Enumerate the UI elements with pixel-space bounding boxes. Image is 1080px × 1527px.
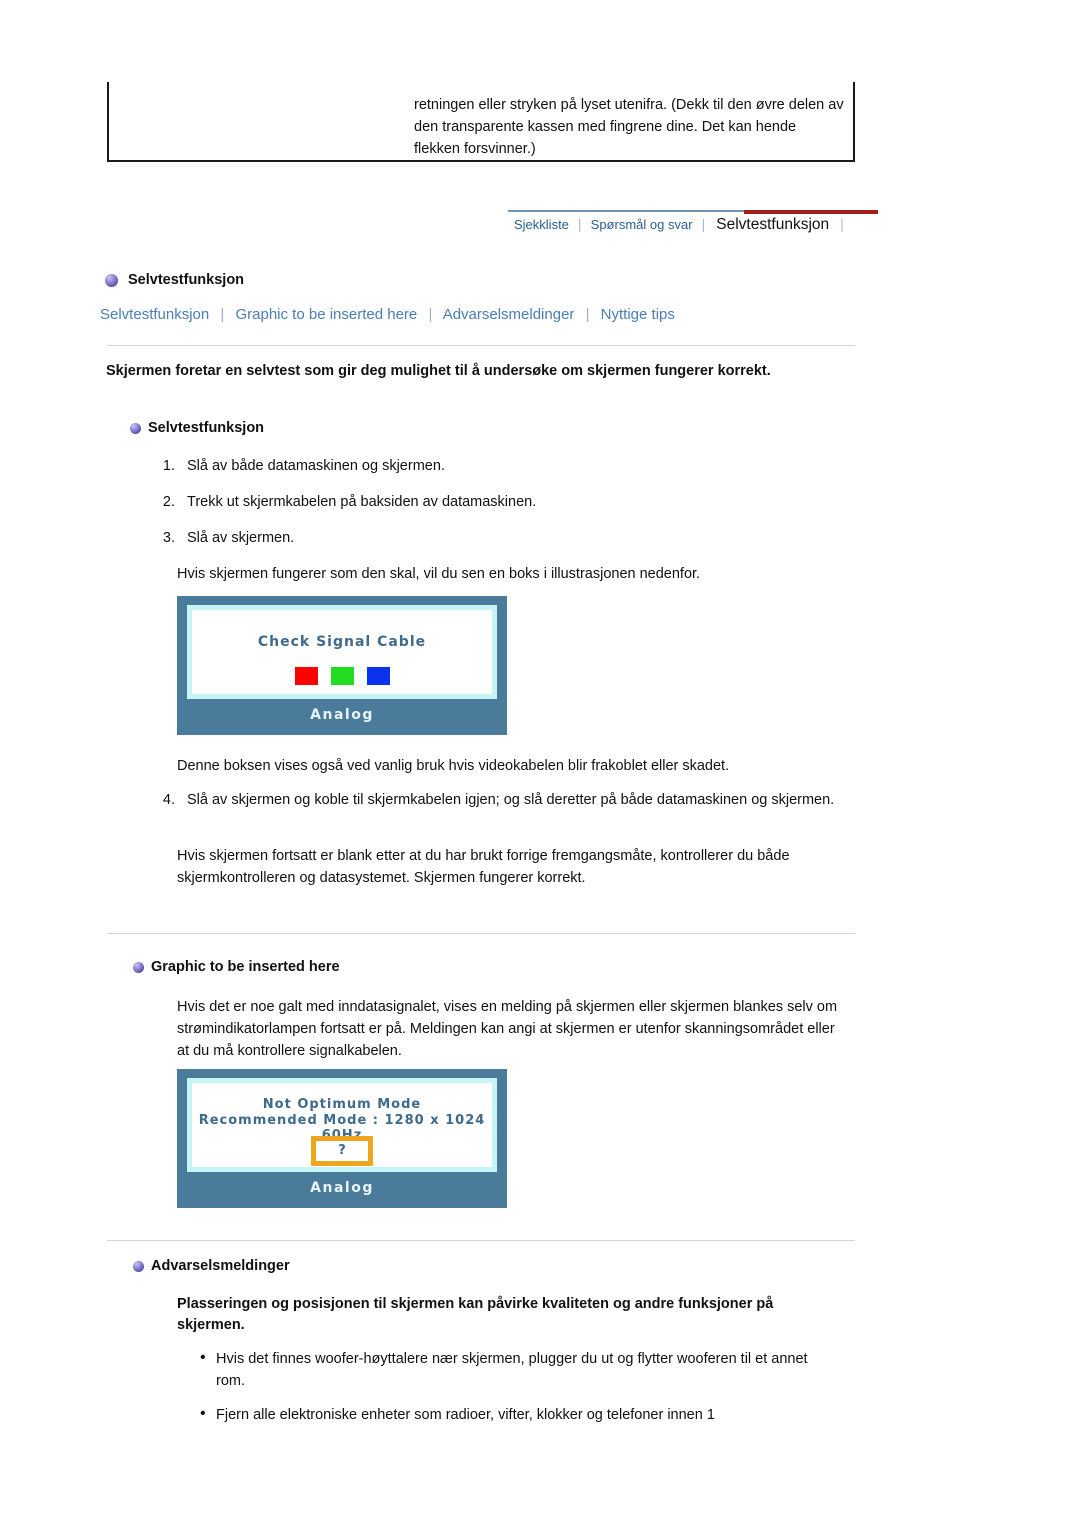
rgb-test-squares — [192, 667, 492, 685]
analog-label: Analog — [310, 1180, 374, 1196]
tab-list: Sjekkliste ⎮ Spørsmål og svar ⎮ Selvtest… — [508, 216, 847, 234]
warnings-lead: Plasseringen og posisjonen til skjermen … — [177, 1296, 774, 1333]
page-title: Selvtestfunksjon — [105, 272, 244, 288]
sublink-separator: | — [220, 306, 225, 323]
tab-separator: ⎮ — [839, 220, 845, 232]
sublink-advarselsmeldinger[interactable]: Advarselsmeldinger — [443, 306, 575, 323]
red-square-icon — [294, 667, 318, 685]
list-item-text: Slå av skjermen og koble til skjermkabel… — [187, 792, 835, 808]
divider — [107, 345, 855, 346]
divider — [107, 933, 855, 934]
tab-separator: ⎮ — [700, 220, 707, 232]
list-item: • Fjern alle elektroniske enheter som ra… — [200, 1404, 840, 1426]
tab-rule — [508, 210, 744, 212]
continued-text: retningen eller stryken på lyset utenifr… — [414, 97, 844, 157]
graphic-section-heading-label: Graphic to be inserted here — [151, 959, 340, 975]
question-mark-box: ? — [311, 1136, 373, 1166]
analog-label: Analog — [310, 707, 374, 723]
continued-text-box: retningen eller stryken på lyset utenifr… — [107, 82, 855, 162]
blue-square-icon — [366, 667, 390, 685]
list-item-number: 3. — [162, 530, 175, 546]
sphere-bullet-icon — [105, 273, 118, 287]
bullet-dot-icon: • — [200, 1349, 206, 1366]
list-item-text: Slå av skjermen. — [187, 530, 295, 546]
list-item-text: Trekk ut skjermkabelen på baksiden av da… — [187, 494, 537, 510]
list-item-number: 2. — [162, 494, 175, 510]
list-item-text: Slå av både datamaskinen og skjermen. — [187, 458, 445, 474]
selftest-heading: Selvtestfunksjon — [130, 420, 264, 436]
divider — [107, 1240, 855, 1241]
list-item-number: 1. — [162, 458, 175, 474]
tab-separator: ⎮ — [576, 220, 583, 232]
warnings-section-heading: Advarselsmeldinger — [133, 1258, 290, 1274]
sublink-nav: Selvtestfunksjon | Graphic to be inserte… — [100, 306, 675, 323]
selftest-note-after-steps: Hvis skjermen fungerer som den skal, vil… — [177, 566, 701, 582]
sphere-bullet-icon — [133, 961, 144, 973]
sphere-bullet-icon — [130, 422, 141, 434]
sphere-bullet-icon — [133, 1260, 144, 1272]
sublink-separator: | — [428, 306, 433, 323]
list-item: • Hvis det finnes woofer-høyttalere nær … — [200, 1348, 840, 1392]
list-item: 4. Slå av skjermen og koble til skjermka… — [145, 789, 845, 811]
not-optimum-mode-illustration: Not Optimum Mode Recommended Mode : 1280… — [177, 1069, 507, 1208]
selftest-note-after-image: Denne boksen vises også ved vanlig bruk … — [177, 758, 730, 774]
page-title-label: Selvtestfunksjon — [128, 272, 245, 288]
selftest-heading-label: Selvtestfunksjon — [148, 420, 265, 436]
sublink-nyttige-tips[interactable]: Nyttige tips — [601, 306, 675, 323]
sublink-selvtestfunksjon[interactable]: Selvtestfunksjon — [100, 306, 209, 323]
tab-rule-active — [744, 210, 878, 214]
sublink-separator: | — [585, 306, 590, 323]
check-signal-cable-illustration: Check Signal Cable Analog — [177, 596, 507, 735]
selftest-closing: Hvis skjermen fortsatt er blank etter at… — [177, 848, 790, 886]
list-item-text: Hvis det finnes woofer-høyttalere nær sk… — [216, 1351, 808, 1389]
list-item-number: 4. — [162, 792, 175, 808]
monitor-screen: Check Signal Cable — [187, 605, 497, 699]
list-item: 1. Slå av både datamaskinen og skjermen. — [145, 455, 835, 477]
list-item: 2. Trekk ut skjermkabelen på baksiden av… — [145, 491, 835, 513]
tab-sjekkliste[interactable]: Sjekkliste — [508, 217, 575, 232]
osd-line-1: Not Optimum Mode — [262, 1097, 422, 1112]
graphic-section-paragraph: Hvis det er noe galt med inndatasignalet… — [177, 999, 838, 1059]
bullet-dot-icon: • — [200, 1405, 206, 1422]
monitor-screen: Not Optimum Mode Recommended Mode : 1280… — [187, 1078, 497, 1172]
tab-sporsmal-og-svar[interactable]: Spørsmål og svar — [585, 217, 699, 232]
green-square-icon — [330, 667, 354, 685]
tab-selvtestfunksjon[interactable]: Selvtestfunksjon — [708, 216, 837, 234]
sublink-graphic-to-be-inserted-here[interactable]: Graphic to be inserted here — [235, 306, 417, 323]
osd-title: Check Signal Cable — [257, 634, 427, 650]
warnings-section-heading-label: Advarselsmeldinger — [151, 1258, 290, 1274]
graphic-section-heading: Graphic to be inserted here — [133, 959, 340, 975]
list-item: 3. Slå av skjermen. — [145, 527, 835, 549]
tab-strip: Sjekkliste ⎮ Spørsmål og svar ⎮ Selvtest… — [508, 210, 878, 244]
selftest-lead: Skjermen foretar en selvtest som gir deg… — [106, 363, 771, 379]
list-item-text: Fjern alle elektroniske enheter som radi… — [216, 1407, 715, 1423]
